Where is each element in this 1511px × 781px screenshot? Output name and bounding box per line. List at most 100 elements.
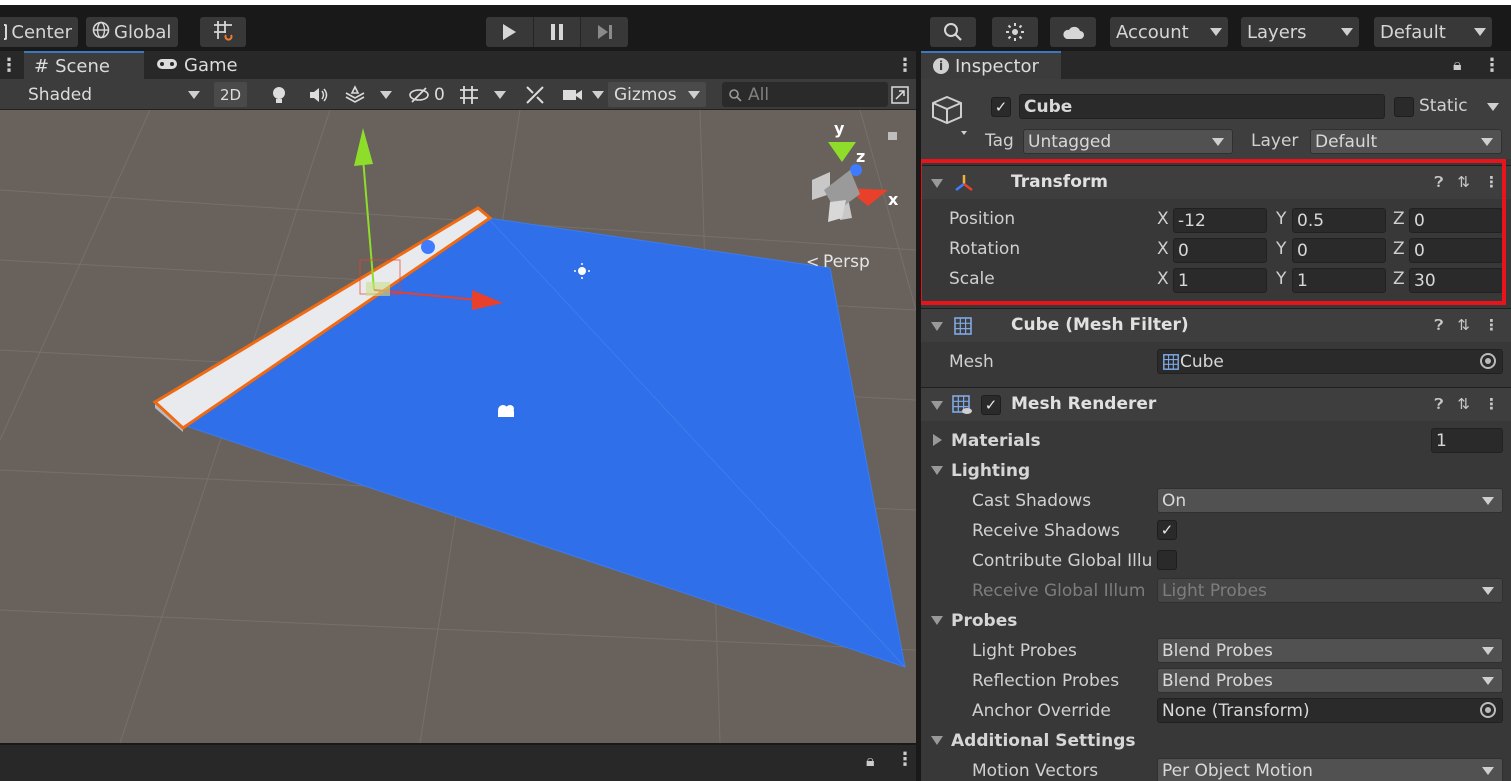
cloud-button[interactable] — [1050, 17, 1096, 47]
scene-search-input[interactable]: All — [722, 82, 888, 107]
tab-scene[interactable]: # Scene — [24, 51, 144, 79]
rotation-y-field[interactable]: 0 — [1292, 238, 1386, 263]
fold-right-icon[interactable] — [933, 434, 942, 446]
lighting-toggle[interactable] — [270, 82, 288, 107]
tag-dropdown[interactable]: Untagged — [1023, 129, 1233, 154]
projection-label[interactable]: Persp — [823, 252, 870, 272]
static-dropdown-icon[interactable] — [1487, 103, 1499, 111]
pivot-icon — [4, 24, 8, 40]
mode-2d-button[interactable]: 2D — [214, 82, 248, 107]
axis-z-label: Z — [1393, 209, 1405, 229]
fold-down-icon[interactable] — [931, 322, 943, 331]
mesh-renderer-icon — [952, 395, 972, 414]
scale-x-field[interactable]: 1 — [1173, 268, 1267, 293]
cast-shadows-dropdown[interactable]: On — [1157, 488, 1503, 513]
pivot-mode-button[interactable]: Center — [0, 17, 78, 47]
tools-toggle[interactable] — [524, 82, 546, 107]
layout-dropdown[interactable]: Default — [1374, 17, 1492, 47]
fold-down-icon[interactable] — [931, 466, 943, 475]
fold-down-icon[interactable] — [931, 616, 943, 625]
scale-z-field[interactable]: 30 — [1409, 268, 1503, 293]
help-icon[interactable]: ❓︎ — [1434, 395, 1443, 413]
effects-dropdown[interactable] — [344, 82, 392, 107]
materials-count-field[interactable]: 1 — [1431, 428, 1503, 453]
mesh-filter-header[interactable]: Cube (Mesh Filter) ❓︎ ⇅ ⋮ — [921, 308, 1511, 342]
mesh-renderer-header[interactable]: ✓ Mesh Renderer ❓︎ ⇅ ⋮ — [921, 387, 1511, 421]
step-button[interactable] — [581, 17, 628, 47]
shading-mode-dropdown[interactable]: Shaded — [22, 82, 204, 107]
grid-snap-button[interactable] — [200, 17, 246, 47]
search-button[interactable] — [930, 17, 976, 47]
tab-inspector[interactable]: i Inspector — [921, 51, 1061, 79]
reflection-probes-dropdown[interactable]: Blend Probes — [1157, 668, 1503, 693]
object-picker-icon[interactable] — [1480, 702, 1496, 718]
scale-z-value: 30 — [1414, 270, 1436, 291]
scene-view-canvas[interactable]: y z x < Persp — [0, 110, 916, 743]
mesh-renderer-enabled-checkbox[interactable]: ✓ — [981, 395, 1001, 415]
rotation-z-field[interactable]: 0 — [1409, 238, 1503, 263]
receive-shadows-checkbox[interactable]: ✓ — [1157, 520, 1177, 540]
lock-icon[interactable]: 🔒︎ — [1453, 55, 1462, 75]
play-button[interactable] — [486, 17, 534, 47]
lighting-foldout[interactable]: Lighting — [951, 461, 1030, 481]
inspector-menu-icon[interactable]: ⋮ — [1483, 55, 1501, 76]
gizmos-dropdown[interactable]: Gizmos — [608, 82, 706, 107]
transform-icon — [955, 175, 973, 191]
help-icon[interactable]: ❓︎ — [1434, 173, 1443, 191]
audio-toggle[interactable] — [308, 82, 328, 107]
active-checkbox[interactable]: ✓ — [991, 97, 1011, 117]
fold-down-icon[interactable] — [931, 179, 943, 188]
scale-y-field[interactable]: 1 — [1292, 268, 1386, 293]
motion-vectors-value: Per Object Motion — [1162, 760, 1313, 781]
motion-vectors-dropdown[interactable]: Per Object Motion — [1157, 758, 1503, 781]
scene-viewport[interactable]: y z x < Persp — [0, 110, 916, 743]
component-menu-icon[interactable]: ⋮ — [1484, 316, 1499, 334]
anchor-override-value: None (Transform) — [1162, 700, 1310, 721]
anchor-override-field[interactable]: None (Transform) — [1157, 698, 1503, 723]
probes-foldout[interactable]: Probes — [951, 611, 1017, 631]
services-button[interactable] — [992, 17, 1038, 47]
light-probes-value: Blend Probes — [1162, 640, 1273, 661]
maximize-button[interactable] — [890, 82, 910, 107]
layers-dropdown[interactable]: Layers — [1241, 17, 1359, 47]
component-menu-icon[interactable]: ⋮ — [1484, 395, 1499, 413]
scene-menu-icon[interactable]: ⋮ — [896, 55, 914, 76]
lock-icon[interactable]: 🔒︎ — [866, 751, 875, 771]
additional-settings-foldout[interactable]: Additional Settings — [951, 731, 1136, 751]
preset-icon[interactable]: ⇅ — [1457, 316, 1470, 334]
left-menu-icon[interactable]: ⋮ — [0, 55, 18, 76]
lock-icon[interactable] — [888, 132, 897, 140]
position-z-field[interactable]: 0 — [1409, 208, 1503, 233]
mesh-object-field[interactable]: Cube — [1157, 349, 1503, 374]
help-icon[interactable]: ❓︎ — [1434, 316, 1443, 334]
rotation-x-field[interactable]: 0 — [1173, 238, 1267, 263]
inspector-tab-label: Inspector — [955, 55, 1039, 77]
component-menu-icon[interactable]: ⋮ — [1484, 173, 1499, 191]
object-picker-icon[interactable] — [1480, 353, 1496, 369]
account-dropdown[interactable]: Account — [1110, 17, 1228, 47]
preset-icon[interactable]: ⇅ — [1457, 173, 1470, 191]
hidden-objects-toggle[interactable]: 0 — [408, 82, 445, 107]
position-y-field[interactable]: 0.5 — [1292, 208, 1386, 233]
light-probes-dropdown[interactable]: Blend Probes — [1157, 638, 1503, 663]
plane-object[interactable] — [186, 218, 905, 667]
step-icon — [597, 25, 612, 39]
grid-dropdown[interactable] — [458, 82, 506, 107]
preset-icon[interactable]: ⇅ — [1457, 395, 1470, 413]
panel-menu-icon[interactable]: ⋮ — [896, 749, 914, 770]
position-x-field[interactable]: -12 — [1173, 208, 1267, 233]
fold-down-icon[interactable] — [931, 401, 943, 410]
layer-dropdown[interactable]: Default — [1310, 129, 1502, 154]
orientation-gizmo[interactable] — [812, 142, 888, 222]
object-name-field[interactable]: Cube — [1019, 94, 1385, 119]
transform-header[interactable]: Transform ❓︎ ⇅ ⋮ — [921, 165, 1511, 199]
static-checkbox[interactable] — [1394, 97, 1414, 117]
pause-button[interactable] — [534, 17, 582, 47]
contribute-gi-checkbox[interactable] — [1157, 550, 1177, 570]
fold-down-icon[interactable] — [931, 736, 943, 745]
pause-icon — [551, 24, 563, 40]
camera-dropdown[interactable] — [562, 82, 604, 107]
tab-game[interactable]: Game — [146, 51, 246, 79]
materials-foldout[interactable]: Materials — [951, 431, 1041, 451]
space-mode-button[interactable]: Global — [86, 17, 178, 47]
